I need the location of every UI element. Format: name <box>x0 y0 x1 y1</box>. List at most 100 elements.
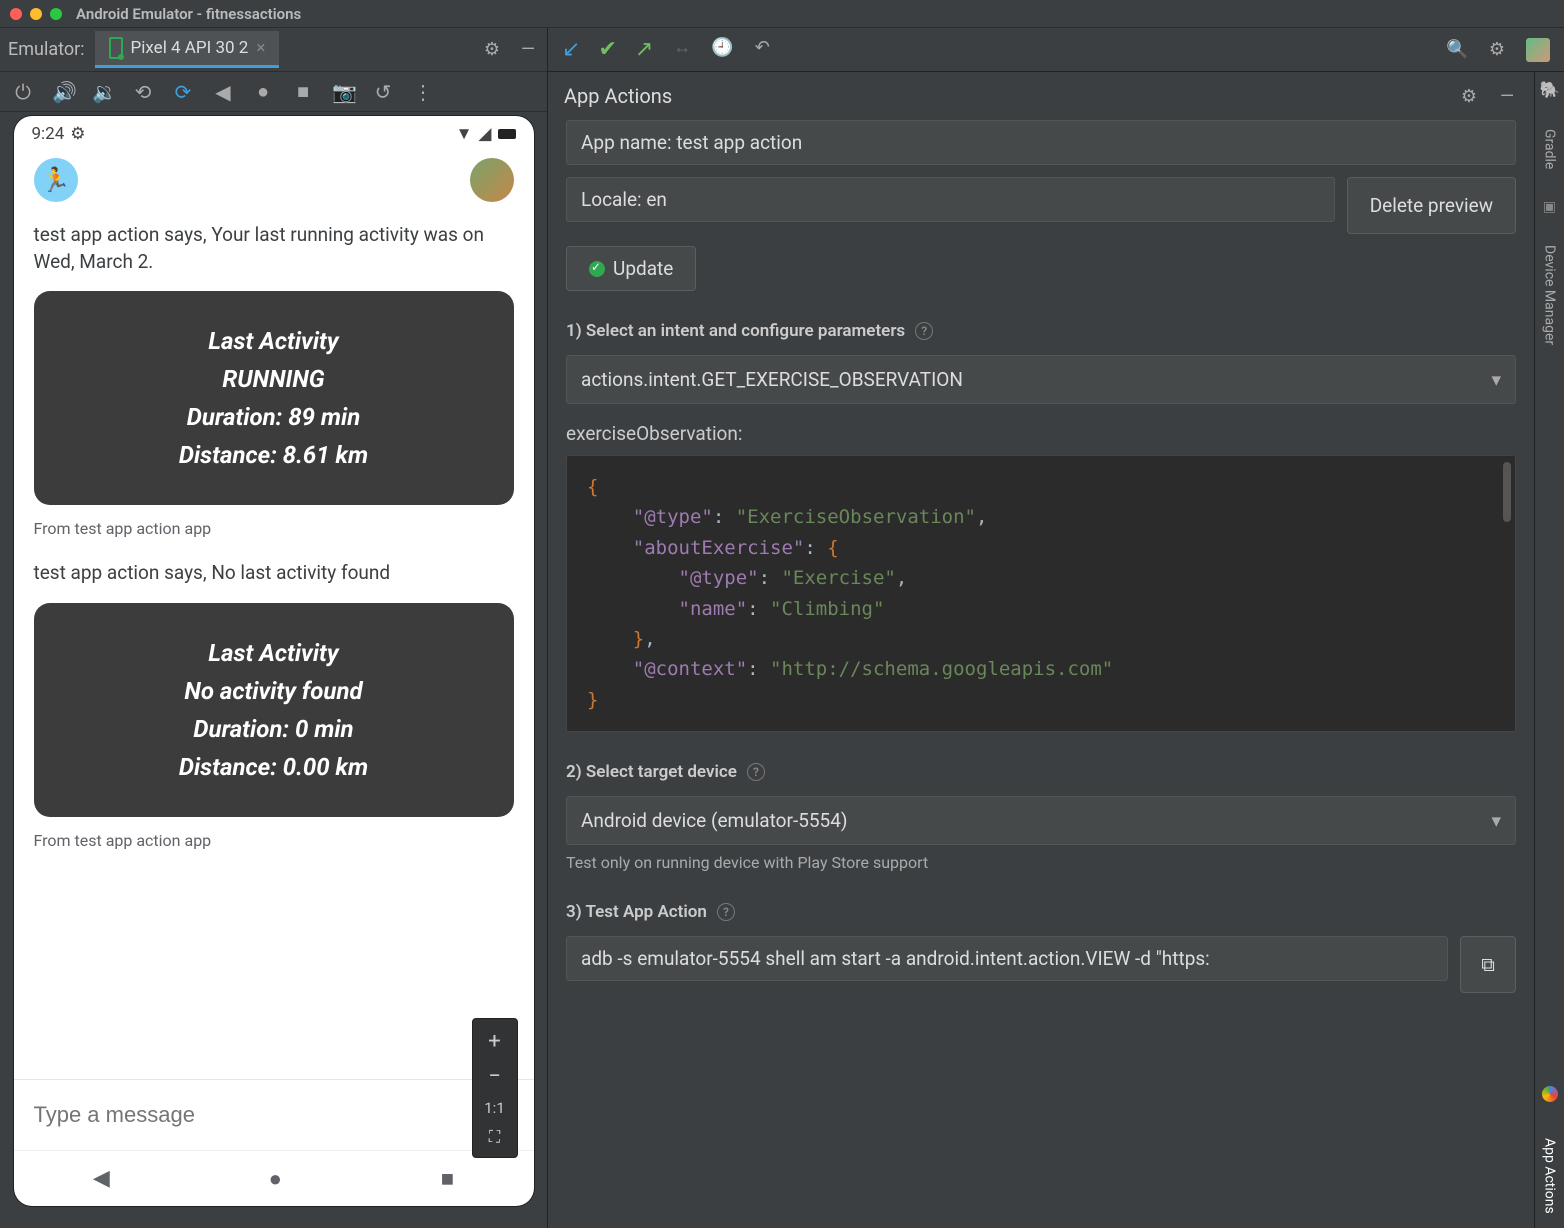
activity-card-2[interactable]: Last Activity No activity found Duration… <box>34 603 514 817</box>
card-duration: Duration: 89 min <box>54 403 494 431</box>
json-editor[interactable]: { "@type": "ExerciseObservation", "about… <box>566 455 1516 732</box>
history-icon[interactable]: ↺ <box>372 80 394 104</box>
zoom-out-icon[interactable]: − <box>488 1064 501 1089</box>
running-icon: 🏃 <box>34 158 78 202</box>
maximize-window-button[interactable] <box>50 8 62 20</box>
volume-up-icon[interactable]: 🔊 <box>52 80 74 104</box>
close-window-button[interactable] <box>10 8 22 20</box>
emulator-toolbar: ⏻ 🔊 🔉 ⟲ ⟳ ◀ ● ■ 📷 ↺ ⋮ <box>0 72 547 112</box>
source-label-2: From test app action app <box>34 831 514 850</box>
panel-gear-icon[interactable]: ⚙ <box>1458 86 1480 107</box>
message-input[interactable] <box>34 1102 514 1128</box>
card-distance: Distance: 0.00 km <box>54 753 494 781</box>
close-tab-icon[interactable]: × <box>256 38 265 58</box>
status-time: 9:24 <box>32 124 65 144</box>
settings-icon[interactable]: ⚙ <box>1486 39 1508 60</box>
search-icon[interactable]: 🔍 <box>1446 39 1468 60</box>
delete-preview-button[interactable]: Delete preview <box>1347 177 1516 234</box>
camera-icon[interactable]: 📷 <box>332 80 354 104</box>
param-label: exerciseObservation: <box>566 422 1516 445</box>
help-icon[interactable]: ? <box>915 322 933 340</box>
help-icon[interactable]: ? <box>747 763 765 781</box>
emulator-pane: Emulator: Pixel 4 API 30 2 × ⚙ — ⏻ 🔊 🔉 ⟲… <box>0 28 548 1228</box>
rotate-left-icon[interactable]: ⟲ <box>132 80 154 104</box>
adb-command-field[interactable]: adb -s emulator-5554 shell am start -a a… <box>566 936 1448 981</box>
card-distance: Distance: 8.61 km <box>54 441 494 469</box>
back-icon[interactable]: ◀ <box>212 80 234 104</box>
app-name-field[interactable]: App name: test app action <box>566 120 1516 165</box>
zoom-fit-icon[interactable]: ⛶ <box>489 1127 500 1147</box>
device-note: Test only on running device with Play St… <box>566 853 1516 872</box>
chevron-down-icon: ▾ <box>1491 809 1501 832</box>
step-3-label: 3) Test App Action ? <box>566 902 1516 922</box>
window-title: Android Emulator - fitnessactions <box>76 5 301 23</box>
copy-icon: ⧉ <box>1481 953 1495 976</box>
update-button[interactable]: Update <box>566 246 696 291</box>
locale-field[interactable]: Locale: en <box>566 177 1335 222</box>
emulator-tab-label: Pixel 4 API 30 2 <box>131 38 249 58</box>
record-icon[interactable]: ● <box>252 79 274 104</box>
nav-recents-icon[interactable]: ■ <box>441 1166 454 1192</box>
zoom-actual-button[interactable]: 1:1 <box>484 1099 505 1117</box>
minimize-window-button[interactable] <box>30 8 42 20</box>
undo-icon[interactable]: ↶ <box>751 37 773 62</box>
assistant-message-1: test app action says, Your last running … <box>34 222 514 275</box>
device-manager-tab[interactable]: Device Manager <box>1542 245 1558 345</box>
app-actions-tab[interactable]: App Actions <box>1542 1138 1558 1214</box>
user-avatar[interactable] <box>1526 38 1550 62</box>
zoom-in-icon[interactable]: + <box>488 1029 500 1054</box>
battery-icon <box>498 129 516 139</box>
signal-icon: ◢ <box>478 124 491 144</box>
card-title: Last Activity <box>54 639 494 667</box>
nav-back-icon[interactable]: ◀ <box>93 1166 110 1191</box>
volume-down-icon[interactable]: 🔉 <box>92 80 114 104</box>
help-icon[interactable]: ? <box>717 903 735 921</box>
avatar[interactable] <box>470 158 514 202</box>
chevron-down-icon: ▾ <box>1491 368 1501 391</box>
card-type: No activity found <box>54 677 494 705</box>
gear-icon[interactable]: ⚙ <box>481 39 503 60</box>
ide-toolbar: ↙ ✔ ↗ ↔ 🕘 ↶ 🔍 ⚙ <box>548 28 1564 72</box>
step-out-icon[interactable]: ↗ <box>635 37 653 62</box>
nav-home-icon[interactable]: ● <box>269 1166 282 1192</box>
disabled-icon: ↔ <box>671 37 693 62</box>
phone-screen[interactable]: 9:24 ⚙ ▼ ◢ 🏃 test app action says, Your … <box>14 116 534 1206</box>
app-actions-panel: App Actions ⚙ — App name: test app actio… <box>548 72 1534 1228</box>
gradle-tab[interactable]: Gradle <box>1542 129 1558 169</box>
step-in-icon[interactable]: ↙ <box>562 37 580 62</box>
card-duration: Duration: 0 min <box>54 715 494 743</box>
intent-select[interactable]: actions.intent.GET_EXERCISE_OBSERVATION … <box>566 355 1516 404</box>
panel-title: App Actions <box>564 84 672 108</box>
step-2-label: 2) Select target device ? <box>566 762 1516 782</box>
activity-card-1[interactable]: Last Activity RUNNING Duration: 89 min D… <box>34 291 514 505</box>
wifi-icon: ▼ <box>456 124 473 144</box>
minimize-icon[interactable]: — <box>517 39 539 60</box>
power-icon[interactable]: ⏻ <box>12 80 34 104</box>
scrollbar-thumb[interactable] <box>1503 462 1511 522</box>
status-gear-icon: ⚙ <box>70 124 85 144</box>
right-tool-rail: 🐘 Gradle ▣ Device Manager App Actions <box>1534 72 1564 1228</box>
device-icon <box>109 37 123 59</box>
phone-status-bar: 9:24 ⚙ ▼ ◢ <box>14 116 534 152</box>
window-titlebar: Android Emulator - fitnessactions <box>0 0 1564 28</box>
device-manager-icon: ▣ <box>1543 199 1556 215</box>
device-select[interactable]: Android device (emulator-5554) ▾ <box>566 796 1516 845</box>
panel-minimize-icon[interactable]: — <box>1496 86 1518 107</box>
message-input-area[interactable] <box>14 1079 534 1150</box>
check-icon[interactable]: ✔ <box>598 37 616 62</box>
assistant-icon <box>1542 1086 1558 1102</box>
right-pane: ↙ ✔ ↗ ↔ 🕘 ↶ 🔍 ⚙ App Actions ⚙ — <box>548 28 1564 1228</box>
more-icon[interactable]: ⋮ <box>412 80 434 104</box>
source-label-1: From test app action app <box>34 519 514 538</box>
stop-icon[interactable]: ■ <box>292 79 314 104</box>
check-circle-icon <box>589 261 605 277</box>
clock-icon[interactable]: 🕘 <box>711 37 733 62</box>
zoom-controls: + − 1:1 ⛶ <box>472 1018 518 1158</box>
step-1-label: 1) Select an intent and configure parame… <box>566 321 1516 341</box>
gradle-icon: 🐘 <box>1540 80 1560 99</box>
card-title: Last Activity <box>54 327 494 355</box>
phone-nav-bar: ◀ ● ■ <box>14 1150 534 1206</box>
rotate-right-icon[interactable]: ⟳ <box>172 80 194 104</box>
emulator-tab[interactable]: Pixel 4 API 30 2 × <box>95 31 280 68</box>
copy-button[interactable]: ⧉ <box>1460 936 1516 993</box>
